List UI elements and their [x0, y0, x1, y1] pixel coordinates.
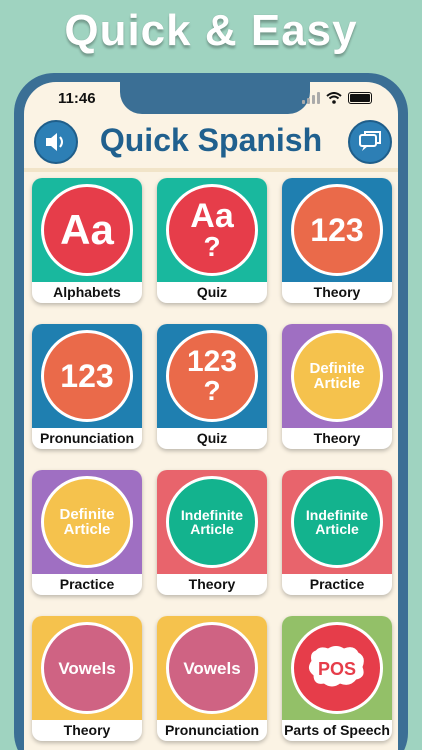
signal-icon	[302, 92, 320, 104]
tile-icon: Vowels	[41, 622, 133, 714]
tile-icon-text: Aa	[60, 206, 114, 253]
tile-icon-question: ?	[203, 231, 221, 262]
tile-icon: Aa?	[166, 184, 258, 276]
lesson-tile[interactable]: POS Parts of Speech	[282, 616, 392, 741]
tile-label: Pronunciation	[39, 430, 135, 446]
tile-icon: Indefinite Article	[166, 476, 258, 568]
speaker-icon	[46, 133, 63, 151]
tile-icon-text: Definite Article	[59, 506, 115, 538]
promo-headline: Quick & Easy	[64, 6, 358, 55]
tile-banner: Definite Article	[32, 470, 142, 574]
tile-icon-text: POS	[317, 659, 356, 679]
tile-banner: 123	[282, 178, 392, 282]
tile-label: Theory	[63, 722, 111, 738]
lesson-tile[interactable]: 123 Theory	[282, 178, 392, 303]
tile-label: Theory	[313, 284, 361, 300]
app-screen: 11:46 Quick Spanish Aa Alphabets Aa ? Qu…	[24, 82, 398, 750]
tile-banner: Vowels	[157, 616, 267, 720]
wifi-icon	[326, 92, 342, 104]
tile-label: Parts of Speech	[284, 722, 390, 738]
tile-icon: Definite Article	[291, 330, 383, 422]
feedback-button[interactable]	[348, 120, 392, 164]
tile-icon: POS	[291, 622, 383, 714]
lesson-tile[interactable]: 123? Quiz	[157, 324, 267, 449]
tile-icon-text: Aa	[190, 197, 234, 235]
tile-label: Alphabets	[53, 284, 121, 300]
tile-icon: Definite Article	[41, 476, 133, 568]
header-divider	[24, 168, 398, 172]
tile-label: Practice	[309, 576, 365, 592]
tile-banner: Vowels	[32, 616, 142, 720]
tile-icon: 123	[291, 184, 383, 276]
sound-button[interactable]	[34, 120, 78, 164]
battery-icon	[348, 92, 372, 104]
tile-label: Practice	[59, 576, 115, 592]
lesson-tile[interactable]: 123 Pronunciation	[32, 324, 142, 449]
tile-banner: 123	[32, 324, 142, 428]
lesson-tile[interactable]: Vowels Pronunciation	[157, 616, 267, 741]
tile-icon-text: Indefinite Article	[305, 507, 369, 537]
tile-icon-text: Vowels	[183, 658, 241, 678]
tile-icon-text: Vowels	[58, 658, 116, 678]
app-title: Quick Spanish	[99, 122, 323, 158]
tile-label: Theory	[188, 576, 236, 592]
tile-icon-text: Indefinite Article	[180, 507, 244, 537]
tile-icon-question: ?	[203, 375, 221, 406]
tile-icon: 123	[41, 330, 133, 422]
tile-icon: Indefinite Article	[291, 476, 383, 568]
chat-bubble-icon	[359, 131, 381, 151]
tile-icon-text: 123	[310, 212, 364, 248]
tile-banner: 123?	[157, 324, 267, 428]
tile-banner: Indefinite Article	[157, 470, 267, 574]
lesson-tile[interactable]: Indefinite Article Theory	[157, 470, 267, 595]
phone-notch	[120, 82, 310, 114]
tile-label: Quiz	[196, 430, 228, 446]
lesson-tile[interactable]: Definite Article Theory	[282, 324, 392, 449]
tile-icon: 123?	[166, 330, 258, 422]
status-time: 11:46	[58, 90, 96, 107]
tile-icon: Vowels	[166, 622, 258, 714]
tile-banner: Definite Article	[282, 324, 392, 428]
lesson-tile[interactable]: Aa Alphabets	[32, 178, 142, 303]
tile-label: Quiz	[196, 284, 228, 300]
tile-banner: Indefinite Article	[282, 470, 392, 574]
lesson-tile[interactable]: Vowels Theory	[32, 616, 142, 741]
lesson-tile[interactable]: Indefinite Article Practice	[282, 470, 392, 595]
tile-icon: Aa	[41, 184, 133, 276]
tile-banner: Aa?	[157, 178, 267, 282]
tile-label: Theory	[313, 430, 361, 446]
tile-icon-text: 123	[186, 345, 238, 378]
lesson-tile[interactable]: Definite Article Practice	[32, 470, 142, 595]
tile-label: Pronunciation	[164, 722, 260, 738]
status-icons	[302, 92, 372, 104]
lesson-grid: Aa Alphabets Aa? Quiz 123 Theory 123 Pronunciat…	[32, 178, 392, 741]
tile-icon-text: Definite Article	[309, 360, 365, 392]
tile-banner: POS	[282, 616, 392, 720]
app-header: Quick Spanish	[24, 116, 398, 172]
lesson-tile[interactable]: Aa? Quiz	[157, 178, 267, 303]
tile-banner: Aa	[32, 178, 142, 282]
tile-icon-text: 123	[60, 358, 114, 394]
